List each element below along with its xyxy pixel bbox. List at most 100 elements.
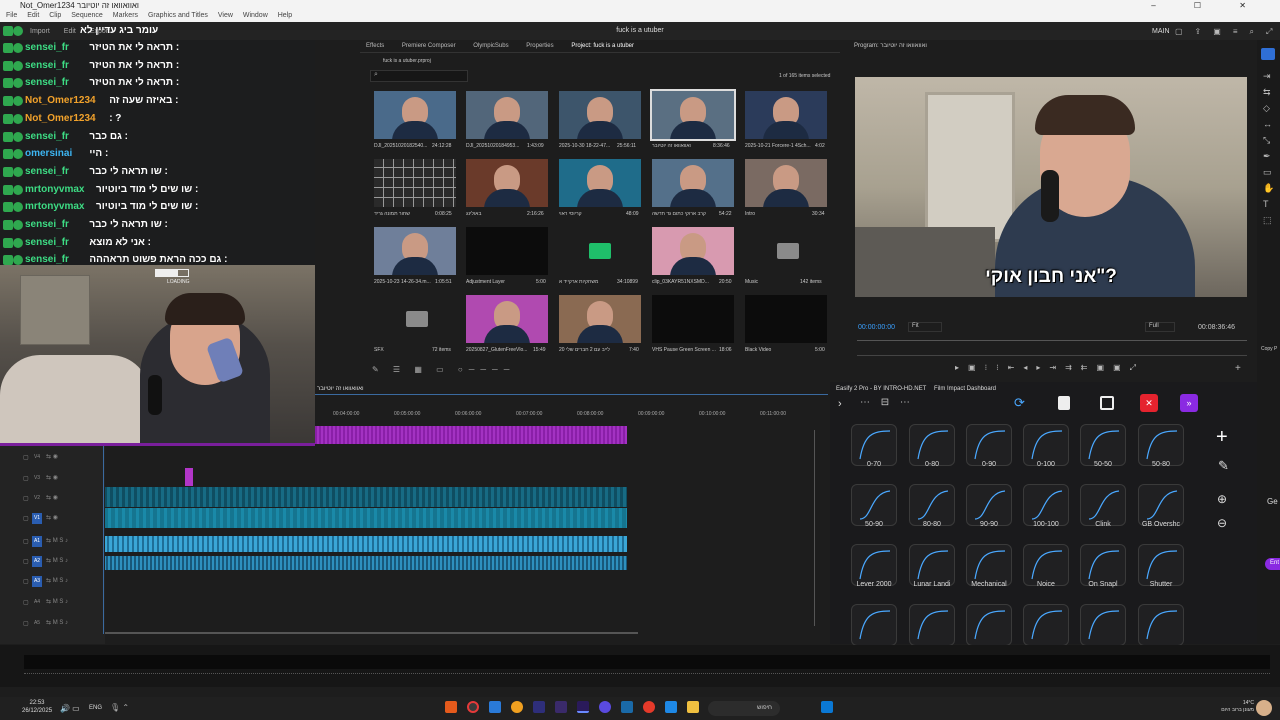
v3-clip[interactable]	[185, 468, 193, 486]
track-label[interactable]: V2	[32, 493, 42, 504]
track-toggle-icons[interactable]: ⇆ ◉	[46, 474, 58, 481]
bin-item-thumbnail[interactable]	[559, 91, 641, 139]
menu-edit[interactable]: Edit	[27, 12, 39, 19]
ease-preset-card[interactable]	[909, 484, 955, 526]
add-button[interactable]: +	[1235, 363, 1241, 374]
track-toggle-icons[interactable]: ⇆ M S ♪	[46, 577, 68, 584]
weather[interactable]: 14°C מעונן ברוב היום	[1210, 700, 1254, 714]
ease-preset-card[interactable]	[1023, 604, 1069, 646]
window-controls[interactable]: – ☐ ✕	[1151, 1, 1264, 10]
menu-graphics[interactable]: Graphics and Titles	[148, 12, 208, 19]
explorer-icon[interactable]	[687, 701, 699, 713]
a1-clip[interactable]	[104, 536, 627, 552]
track-label[interactable]: A2	[32, 556, 42, 567]
ease-preset-card[interactable]	[851, 544, 897, 586]
bin-item-thumbnail[interactable]	[745, 91, 827, 139]
menu-window[interactable]: Window	[243, 12, 268, 19]
ease-preset-card[interactable]	[851, 484, 897, 526]
track-toggle-icons[interactable]: ⇆ M S ♪	[46, 557, 68, 564]
app-icon-4[interactable]	[511, 701, 523, 713]
menu-help[interactable]: Help	[278, 12, 292, 19]
lock-icon[interactable]: ▢	[23, 558, 29, 565]
bin-item-thumbnail[interactable]	[374, 227, 456, 275]
bin-item-thumbnail[interactable]	[745, 227, 827, 275]
premiere-icon[interactable]	[577, 701, 589, 713]
store-icon[interactable]	[665, 701, 677, 713]
ease-preset-card[interactable]	[1138, 424, 1184, 466]
menu-clip[interactable]: Clip	[49, 12, 61, 19]
lock-icon[interactable]: ▢	[23, 599, 29, 606]
selection-tool-icon[interactable]	[1261, 48, 1275, 60]
transport-controls[interactable]: ▸▣⁝⁝⇤◂▸⇥⇉⇇▣▣⤢	[955, 363, 1145, 373]
bin-item-thumbnail[interactable]	[652, 159, 734, 207]
bin-item-thumbnail[interactable]	[652, 227, 734, 275]
search-box[interactable]: חיפוש	[708, 701, 780, 716]
lock-icon[interactable]: ▢	[23, 578, 29, 585]
zoom-out-icon[interactable]: ⊖	[1217, 516, 1227, 530]
track-label[interactable]: A5	[32, 618, 42, 629]
track-toggle-icons[interactable]: ⇆ M S ♪	[46, 537, 68, 544]
track-label[interactable]: A4	[32, 597, 42, 608]
ease-preset-card[interactable]	[851, 424, 897, 466]
ease-preset-card[interactable]	[1138, 484, 1184, 526]
playhead[interactable]	[103, 446, 104, 634]
lock-icon[interactable]: ▢	[23, 515, 29, 522]
ease-preset-card[interactable]	[1023, 424, 1069, 466]
vertical-scrollbar[interactable]	[814, 430, 819, 626]
language-indicator[interactable]: ENG	[89, 705, 102, 711]
bin-item-thumbnail[interactable]	[559, 159, 641, 207]
app-icon-1[interactable]	[445, 701, 457, 713]
project-footer-tools[interactable]: ✎ ☰ ▦ ▭ ○────	[372, 365, 515, 374]
v2-clip[interactable]	[104, 487, 627, 507]
bin-item-thumbnail[interactable]	[374, 91, 456, 139]
ease-preset-card[interactable]	[1080, 544, 1126, 586]
v1-clip[interactable]	[104, 508, 627, 528]
bin-item-thumbnail[interactable]	[650, 89, 736, 141]
menu-view[interactable]: View	[218, 12, 233, 19]
lock-icon[interactable]: ▢	[23, 620, 29, 627]
ease-preset-card[interactable]	[851, 604, 897, 646]
bin-item-thumbnail[interactable]	[374, 295, 456, 343]
discord-icon[interactable]	[599, 701, 611, 713]
track-toggle-icons[interactable]: ⇆ ◉	[46, 514, 58, 521]
header-icons[interactable]: ▢⇪▣≡⌕⤢	[1175, 27, 1280, 37]
ease-preset-card[interactable]	[966, 544, 1012, 586]
adjustment-clip-track[interactable]	[315, 426, 627, 444]
program-zoom-bar[interactable]	[857, 355, 1247, 356]
zoom-in-icon[interactable]: ⊕	[1217, 492, 1227, 506]
ease-preset-card[interactable]	[909, 424, 955, 466]
ease-preset-card[interactable]	[1023, 544, 1069, 586]
ease-preset-card[interactable]	[909, 604, 955, 646]
system-tray-icons[interactable]: 🔊 ▭	[60, 704, 80, 713]
clock[interactable]: 22:53 26/12/2025	[22, 699, 52, 715]
ease-preset-card[interactable]	[909, 544, 955, 586]
track-label[interactable]: A1	[32, 536, 42, 547]
bin-item-thumbnail[interactable]	[466, 295, 548, 343]
ease-preset-card[interactable]	[1080, 604, 1126, 646]
ease-preset-card[interactable]	[1138, 544, 1184, 586]
track-label[interactable]: V4	[32, 452, 42, 463]
ease-preset-card[interactable]	[1080, 424, 1126, 466]
lock-icon[interactable]: ▢	[23, 475, 29, 482]
lock-icon[interactable]: ▢	[23, 495, 29, 502]
track-toggle-icons[interactable]: ⇆ M S ♪	[46, 619, 68, 626]
bin-item-thumbnail[interactable]	[559, 295, 641, 343]
program-timecode[interactable]: 00:00:00:00	[858, 324, 895, 331]
bin-item-thumbnail[interactable]	[745, 159, 827, 207]
add-preset-icon[interactable]: +	[1216, 426, 1228, 449]
tool-icons[interactable]: ⇥ ⇆ ◇ ↔ ⤡ ✒ ▭ ✋ T ⬚	[1263, 68, 1275, 228]
app-icon-3[interactable]	[489, 701, 501, 713]
menu-file[interactable]: File	[6, 12, 17, 19]
ease-preset-card[interactable]	[1023, 484, 1069, 526]
bin-item-thumbnail[interactable]	[466, 91, 548, 139]
bin-item-thumbnail[interactable]	[374, 159, 456, 207]
zoom-select[interactable]: Fit	[908, 322, 942, 332]
side-label-ent[interactable]: Ent	[1265, 558, 1280, 570]
ease-preset-card[interactable]	[966, 424, 1012, 466]
browser-icon[interactable]	[643, 701, 655, 713]
track-toggle-icons[interactable]: ⇆ ◉	[46, 494, 58, 501]
lock-icon[interactable]: ▢	[23, 454, 29, 461]
ease-preset-card[interactable]	[1138, 604, 1184, 646]
bin-item-thumbnail[interactable]	[559, 227, 641, 275]
menu-sequence[interactable]: Sequence	[71, 12, 103, 19]
